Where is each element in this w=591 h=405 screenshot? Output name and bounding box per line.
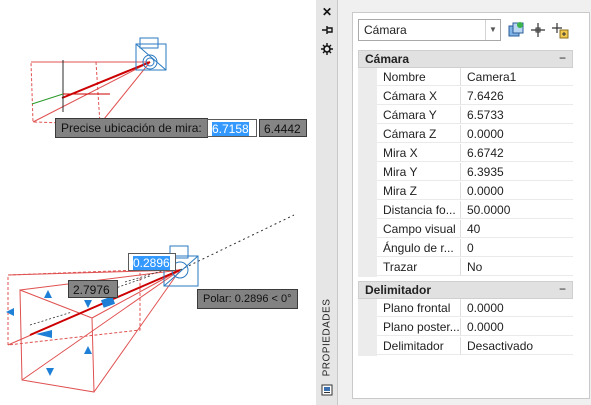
property-row[interactable]: Cámara Z 0.0000 (358, 125, 573, 144)
property-value[interactable]: 6.3935 (461, 163, 573, 181)
target-x-input[interactable]: 6.7158 (207, 119, 257, 137)
property-value[interactable]: No (461, 258, 573, 276)
section-header-clipping[interactable]: Delimitador − (358, 281, 573, 299)
property-value[interactable]: 0.0000 (461, 299, 573, 317)
select-objects-icon[interactable] (529, 21, 547, 39)
auto-hide-icon[interactable] (320, 24, 334, 38)
distance-input[interactable]: 0.2896 (128, 253, 176, 271)
palette-title: PROPIEDADES (321, 298, 333, 377)
property-value[interactable]: 0.0000 (461, 318, 573, 336)
section-header-camera[interactable]: Cámara − (358, 50, 573, 68)
property-row[interactable]: Cámara Y 6.5733 (358, 106, 573, 125)
distance-value: 0.2896 (133, 256, 170, 270)
top-camera-frustum (30, 61, 151, 125)
property-label: Mira Y (377, 163, 461, 181)
property-row[interactable]: Ángulo de r... 0 (358, 239, 573, 258)
property-value[interactable]: Camera1 (461, 68, 573, 86)
polar-tooltip: Polar: 0.2896 < 0° (197, 289, 298, 309)
property-value[interactable]: 0 (461, 239, 573, 257)
close-icon[interactable]: ✕ (320, 5, 334, 19)
object-type-value: Cámara (364, 23, 407, 37)
dynamic-prompt-label: Precise ubicación de mira: (55, 118, 208, 138)
collapse-icon[interactable]: − (559, 51, 566, 65)
palette-titlebar[interactable]: ✕ PROPIEDADES (316, 0, 338, 405)
chevron-down-icon[interactable]: ▼ (485, 20, 500, 40)
property-row[interactable]: Plano frontal 0.0000 (358, 299, 573, 318)
property-value[interactable]: 6.5733 (461, 106, 573, 124)
property-label: Cámara Y (377, 106, 461, 124)
property-label: Mira Z (377, 182, 461, 200)
quick-select-icon[interactable] (507, 21, 525, 39)
property-label: Plano poster... (377, 318, 461, 336)
drawing-viewport[interactable]: Precise ubicación de mira: 6.7158 6.4442… (0, 0, 316, 405)
property-value[interactable]: 50.0000 (461, 201, 573, 219)
property-label: Campo visual (377, 220, 461, 238)
properties-palette: ✕ PROPIEDADES Cámara ▼ Cámara − Nombre C… (316, 0, 591, 405)
property-label: Ángulo de r... (377, 239, 461, 257)
property-row[interactable]: Mira Z 0.0000 (358, 182, 573, 201)
property-label: Cámara X (377, 87, 461, 105)
property-row[interactable]: Mira X 6.6742 (358, 144, 573, 163)
palette-settings-icon[interactable] (320, 43, 334, 57)
property-label: Distancia fo... (377, 201, 461, 219)
property-row[interactable]: Campo visual 40 (358, 220, 573, 239)
property-value[interactable]: 0.0000 (461, 125, 573, 143)
target-y-input[interactable]: 6.4442 (259, 119, 307, 137)
collapse-icon[interactable]: − (559, 282, 566, 296)
object-type-dropdown[interactable]: Cámara ▼ (358, 19, 501, 41)
property-row[interactable]: Distancia fo... 50.0000 (358, 201, 573, 220)
property-row[interactable]: Mira Y 6.3935 (358, 163, 573, 182)
section-title: Cámara (365, 52, 410, 66)
property-label: Mira X (377, 144, 461, 162)
palette-content: Cámara ▼ Cámara − Nombre Camera1 Cámara X… (352, 12, 590, 399)
property-value[interactable]: Desactivado (461, 337, 573, 355)
property-row[interactable]: Plano poster... 0.0000 (358, 318, 573, 337)
property-label: Nombre (377, 68, 461, 86)
camera-drawing[interactable] (0, 0, 316, 405)
palette-properties-icon[interactable] (320, 384, 334, 398)
property-value[interactable]: 0.0000 (461, 182, 573, 200)
property-value[interactable]: 6.6742 (461, 144, 573, 162)
section-title: Delimitador (365, 283, 432, 297)
property-value[interactable]: 7.6426 (461, 87, 573, 105)
property-value[interactable]: 40 (461, 220, 573, 238)
grip-arrows[interactable] (6, 290, 116, 376)
pickadd-toggle-icon[interactable] (551, 21, 569, 39)
vertical-scrollbar[interactable] (580, 19, 586, 391)
target-x-value: 6.7158 (212, 122, 249, 136)
property-label: Cámara Z (377, 125, 461, 143)
property-row[interactable]: Nombre Camera1 (358, 68, 573, 87)
tracking-line (179, 214, 295, 271)
property-row[interactable]: Cámara X 7.6426 (358, 87, 573, 106)
property-row[interactable]: Delimitador Desactivado (358, 337, 573, 356)
property-label: Delimitador (377, 337, 461, 355)
property-label: Plano frontal (377, 299, 461, 317)
property-label: Trazar (377, 258, 461, 276)
length-input[interactable]: 2.7976 (68, 280, 118, 298)
property-row[interactable]: Trazar No (358, 258, 573, 277)
